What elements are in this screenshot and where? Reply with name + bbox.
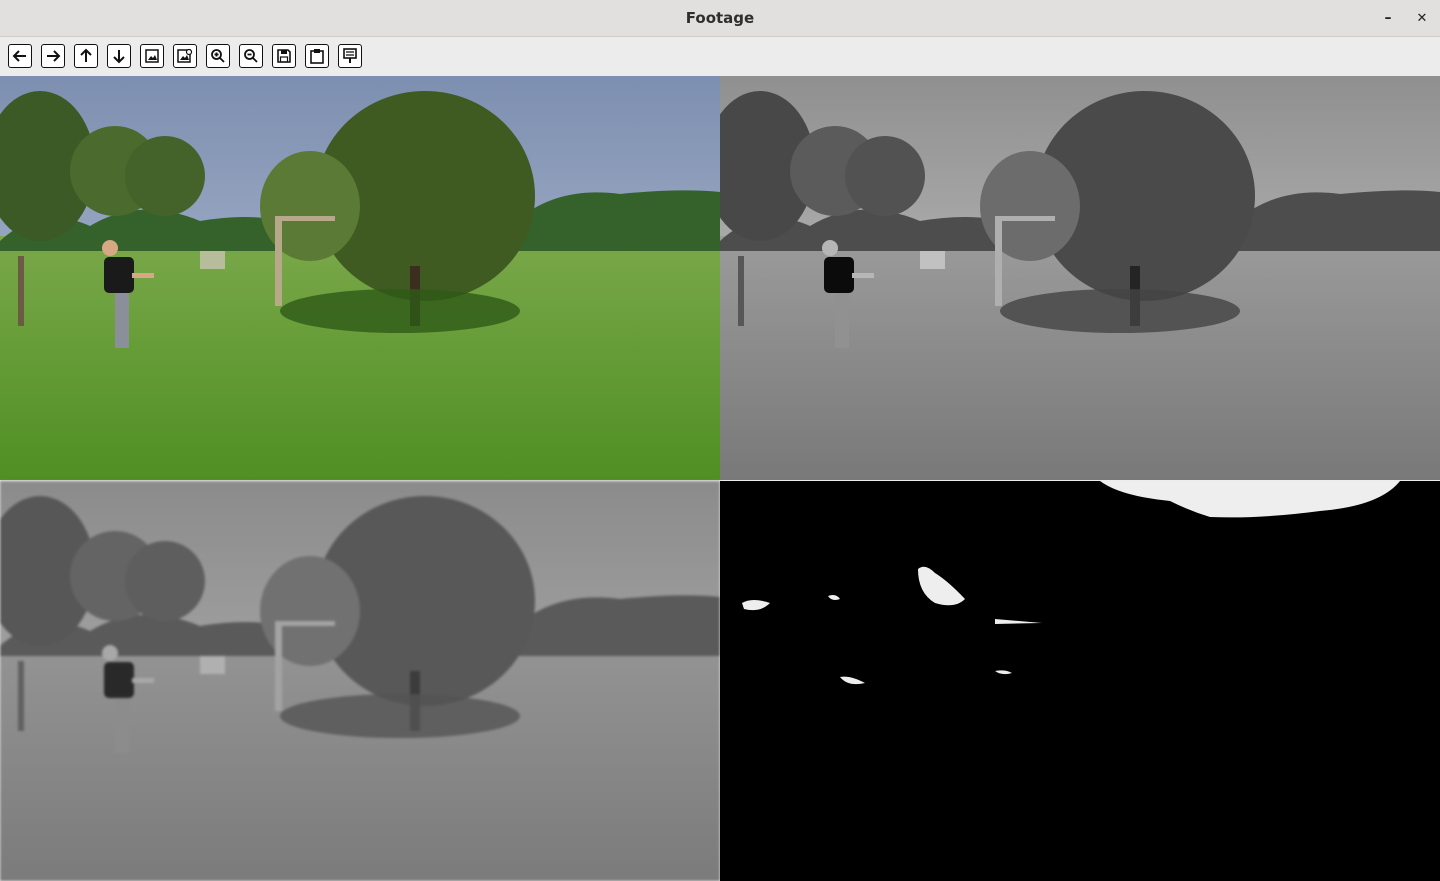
blurred-grayscale-frame-panel bbox=[0, 481, 720, 881]
properties-button[interactable] bbox=[338, 44, 362, 68]
zoom-out-icon bbox=[244, 49, 258, 63]
image-icon bbox=[145, 49, 159, 63]
window-title: Footage bbox=[685, 9, 755, 27]
grayscale-frame-panel bbox=[720, 76, 1440, 480]
original-frame-panel bbox=[0, 76, 720, 480]
toolbar bbox=[0, 37, 1440, 76]
image-button[interactable] bbox=[140, 44, 164, 68]
zoom-in-icon bbox=[211, 49, 225, 63]
up-arrow-icon bbox=[80, 48, 92, 62]
threshold-mask-image bbox=[720, 481, 1440, 881]
grayscale-frame-image bbox=[720, 76, 1440, 480]
clipboard-icon bbox=[310, 49, 324, 64]
close-button[interactable]: ✕ bbox=[1411, 7, 1433, 29]
save-icon bbox=[277, 49, 291, 63]
image-settings-icon bbox=[177, 48, 193, 63]
save-button[interactable] bbox=[272, 44, 296, 68]
down-arrow-icon bbox=[113, 50, 125, 64]
forward-button[interactable] bbox=[41, 44, 65, 68]
back-button[interactable] bbox=[8, 44, 32, 68]
pan-up-button[interactable] bbox=[74, 44, 98, 68]
zoom-in-button[interactable] bbox=[206, 44, 230, 68]
close-icon: ✕ bbox=[1416, 10, 1428, 26]
minimize-icon: – bbox=[1384, 10, 1392, 26]
zoom-out-button[interactable] bbox=[239, 44, 263, 68]
blurred-grayscale-frame-image bbox=[0, 481, 720, 881]
title-bar: Footage – ✕ bbox=[0, 0, 1440, 37]
properties-icon bbox=[343, 48, 357, 63]
original-frame-image bbox=[0, 76, 720, 480]
pan-down-button[interactable] bbox=[107, 44, 131, 68]
image-settings-button[interactable] bbox=[173, 44, 197, 68]
clipboard-button[interactable] bbox=[305, 44, 329, 68]
threshold-mask-frame-panel bbox=[720, 481, 1440, 881]
back-arrow-icon bbox=[12, 50, 26, 62]
minimize-button[interactable]: – bbox=[1377, 7, 1399, 29]
forward-arrow-icon bbox=[47, 50, 61, 62]
